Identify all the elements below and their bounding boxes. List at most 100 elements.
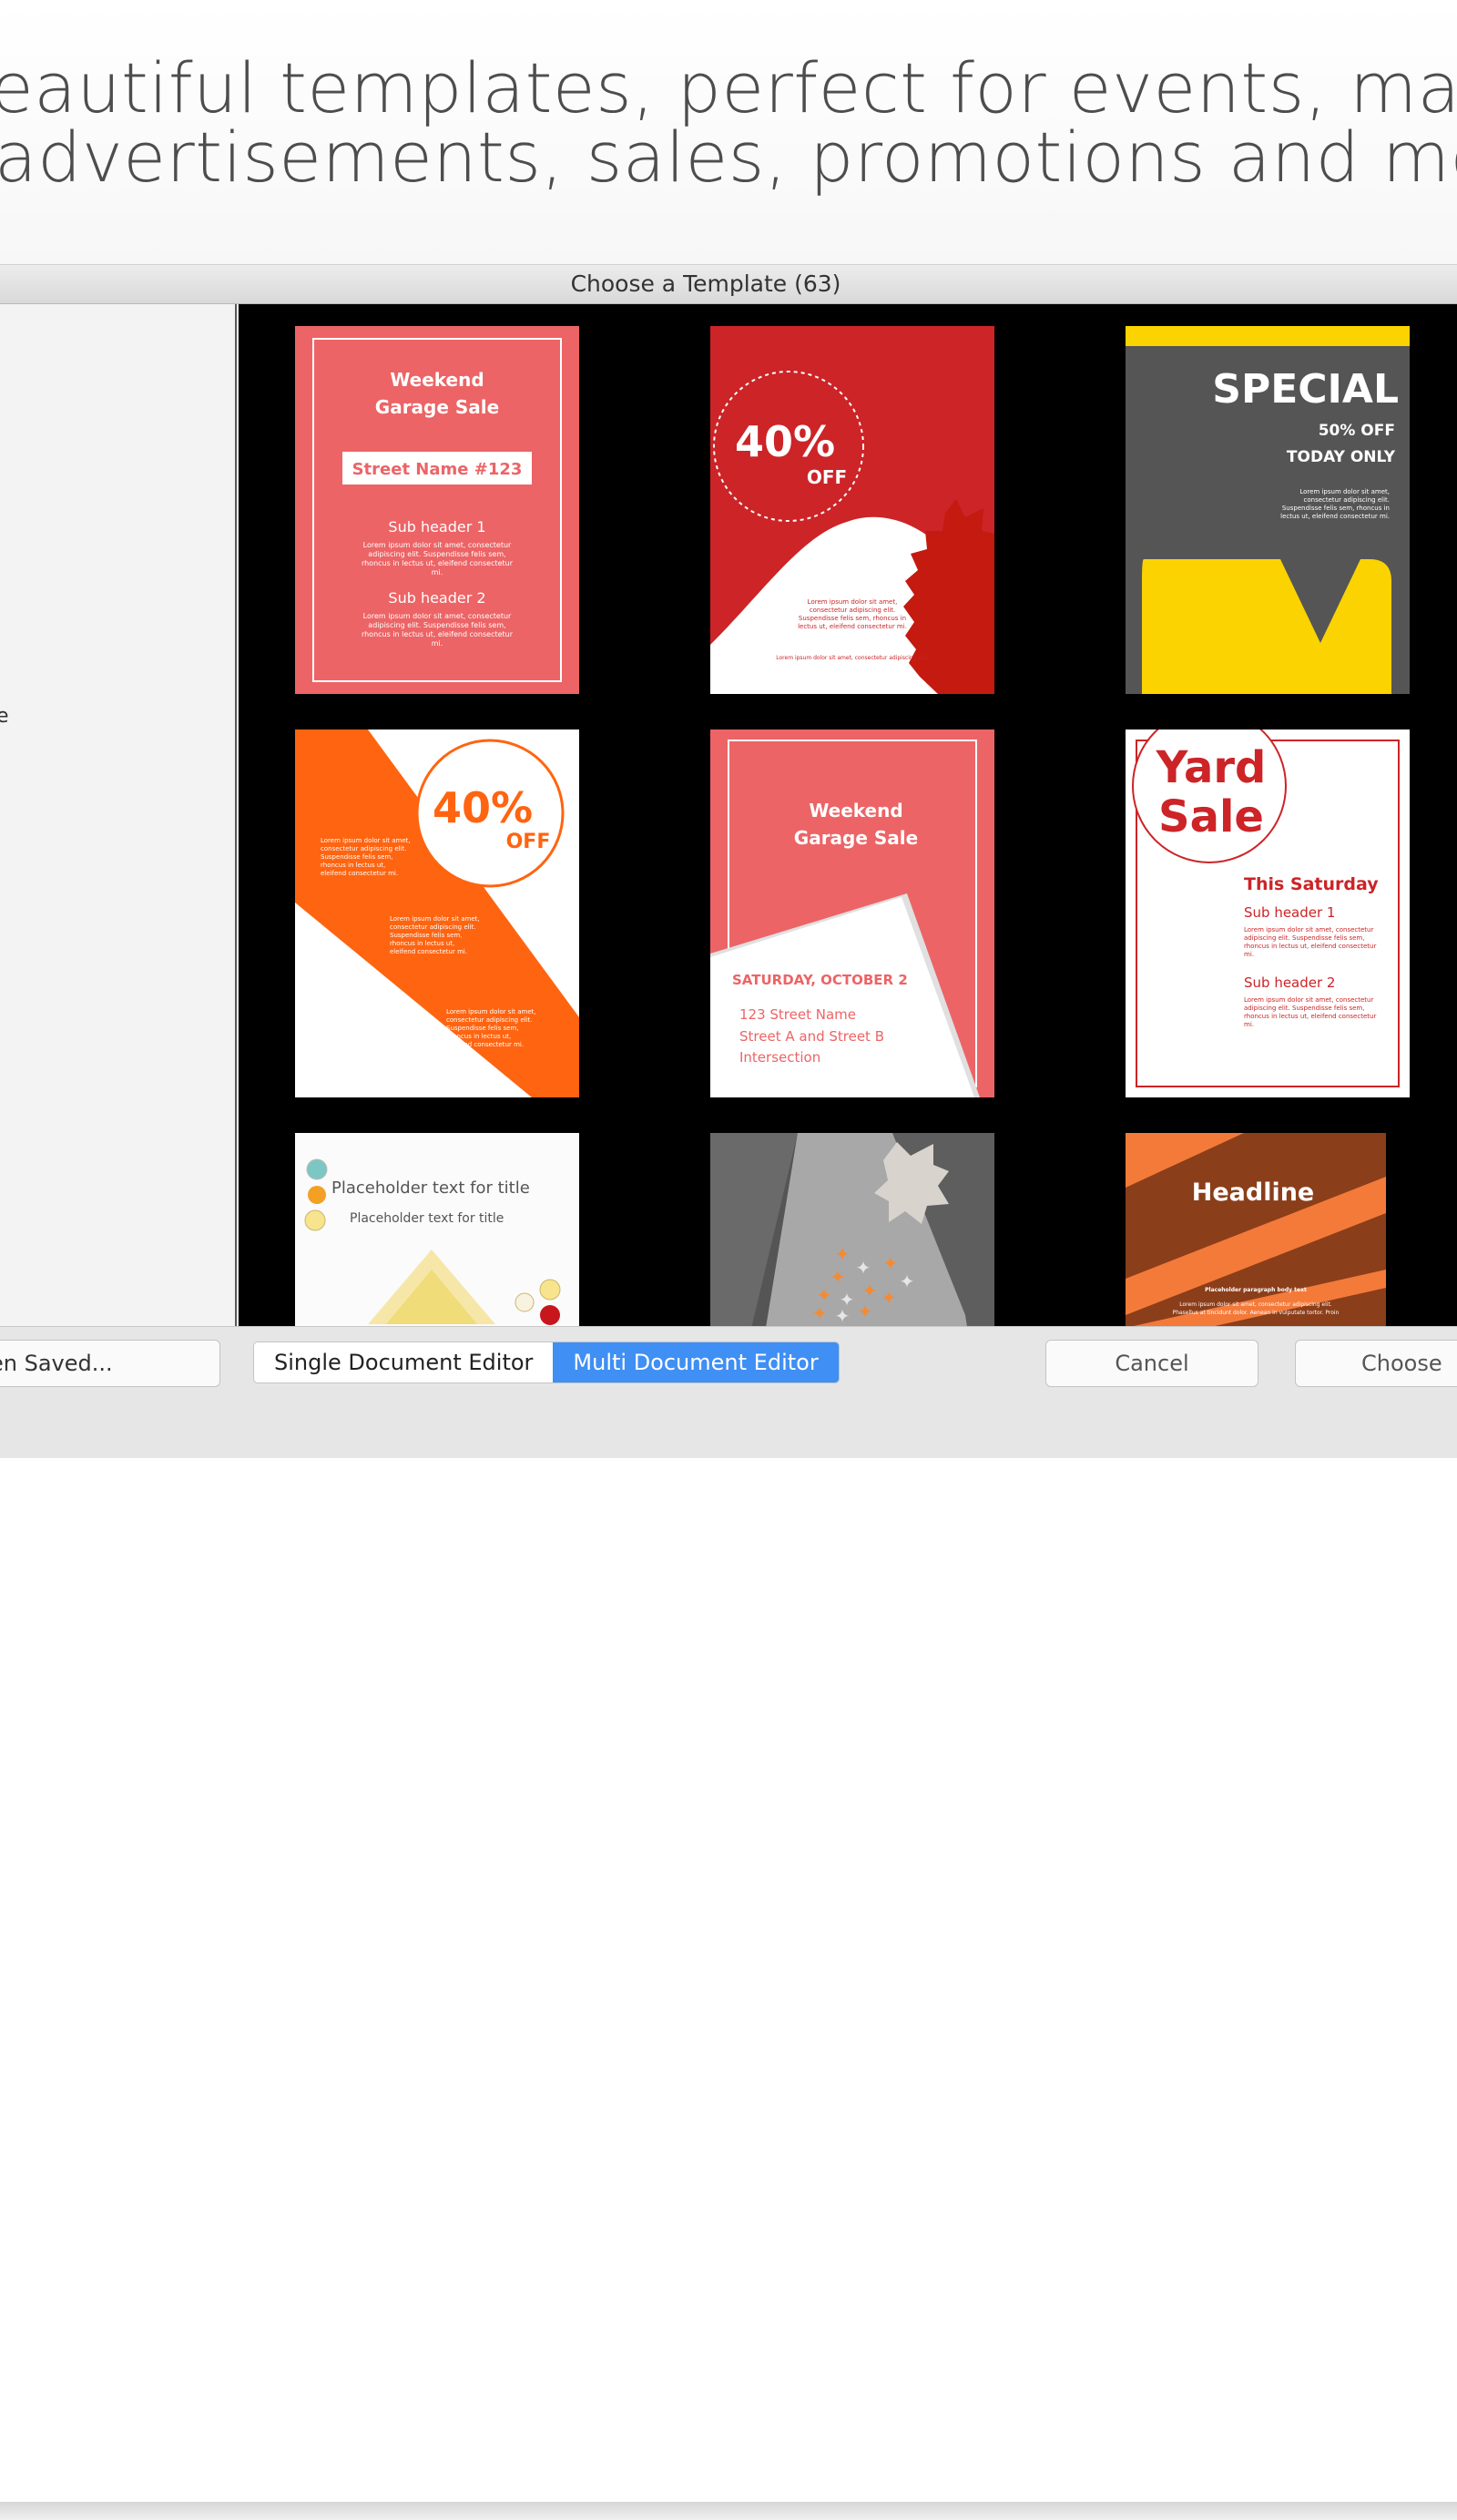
t8-star-1: ✦ xyxy=(835,1243,851,1265)
t2-footer: Lorem ipsum dolor sit amet, consectetur … xyxy=(776,655,929,661)
t8-star-3: ✦ xyxy=(830,1266,846,1288)
t2-body-2: consectetur adipiscing elit. xyxy=(810,607,895,614)
t3-body-1: Lorem ipsum dolor sit amet, xyxy=(1299,488,1390,495)
t1-body-1: Lorem ipsum dolor sit amet, consectetur xyxy=(363,541,512,549)
window-titlebar[interactable]: Choose a Template (63) xyxy=(0,264,1457,304)
t5-address-3: Intersection xyxy=(739,1049,820,1066)
t6-body-6: adipiscing elit. Suspendisse felis sem, xyxy=(1244,1005,1364,1012)
t9-body-title: Placeholder paragraph body text xyxy=(1205,1287,1307,1293)
t2-body-1: Lorem ipsum dolor sit amet, xyxy=(808,598,898,606)
t4-b-5: eleifend consectetur mi. xyxy=(390,948,467,955)
t4-a-3: Suspendisse felis sem, xyxy=(321,853,392,861)
t6-body-2: adipiscing elit. Suspendisse felis sem, xyxy=(1244,934,1364,942)
template-gallery[interactable]: Weekend Garage Sale Street Name #123 Sub… xyxy=(239,304,1457,1326)
t1-body-5: Lorem ipsum dolor sit amet, consectetur xyxy=(363,612,512,620)
t1-body-3: rhoncus in lectus ut, eleifend consectet… xyxy=(362,559,514,567)
t2-percent: 40% xyxy=(735,417,835,466)
t4-b-4: rhoncus in lectus ut, xyxy=(390,940,454,947)
t7-subtitle: Placeholder text for title xyxy=(350,1211,504,1226)
t3-special: SPECIAL xyxy=(1212,366,1399,413)
multi-document-editor-option[interactable]: Multi Document Editor xyxy=(553,1342,839,1382)
t6-yard: Yard xyxy=(1156,742,1267,793)
template-thumbnail: SPECIAL 50% OFF TODAY ONLY Lorem ipsum d… xyxy=(1126,326,1410,694)
t4-c-1: Lorem ipsum dolor sit amet, xyxy=(446,1008,536,1015)
template-thumbnail: Weekend Garage Sale SATURDAY, OCTOBER 2 … xyxy=(710,729,994,1097)
t6-body-8: mi. xyxy=(1244,1021,1254,1028)
t8-star-11: ✦ xyxy=(835,1305,851,1326)
t4-c-5: eleifend consectetur mi. xyxy=(446,1041,524,1048)
t1-body-6: adipiscing elit. Suspendisse felis sem, xyxy=(368,621,505,629)
t8-star-8: ✦ xyxy=(862,1280,878,1301)
t1-sub-1: Sub header 1 xyxy=(388,518,485,536)
t6-body-3: rhoncus in lectus ut, eleifend consectet… xyxy=(1244,943,1376,950)
t6-body-1: Lorem ipsum dolor sit amet, consectetur xyxy=(1244,926,1373,934)
dialog-footer: en Saved... Single Document Editor Multi… xyxy=(0,1326,1457,2520)
template-thumbnail: Placeholder text for title Placeholder t… xyxy=(295,1133,579,1326)
t4-b-3: Suspendisse felis sem, xyxy=(390,932,462,939)
window-bottom-edge xyxy=(0,2502,1457,2520)
t1-title-1: Weekend xyxy=(390,369,484,391)
t7-title: Placeholder text for title xyxy=(331,1178,530,1198)
choose-button[interactable]: Choose xyxy=(1295,1340,1457,1387)
template-thumbnail: 40% OFF Lorem ipsum dolor sit amet, cons… xyxy=(710,326,994,694)
template-thumbnail: Headline Placeholder paragraph body text… xyxy=(1126,1133,1386,1326)
t9-body-1: Lorem ipsum dolor sit amet, consectetur … xyxy=(1179,1301,1332,1308)
t2-off: OFF xyxy=(807,466,847,488)
t9-headline: Headline xyxy=(1192,1178,1315,1207)
t4-c-3: Suspendisse felis sem, xyxy=(446,1025,518,1032)
t8-star-12: ✦ xyxy=(858,1301,873,1322)
template-placeholder-circles[interactable]: Placeholder text for title Placeholder t… xyxy=(295,1133,579,1326)
t6-day: This Saturday xyxy=(1244,874,1379,894)
single-document-editor-option[interactable]: Single Document Editor xyxy=(254,1342,553,1382)
t4-a-5: eleifend consectetur mi. xyxy=(321,870,398,877)
t1-body-7: rhoncus in lectus ut, eleifend consectet… xyxy=(362,630,514,638)
t9-body-2: Phasellus at tincidunt dolor. Aenean in … xyxy=(1173,1310,1340,1316)
t3-body-2: consectetur adipiscing elit. xyxy=(1304,496,1390,504)
template-yard-sale[interactable]: Yard Sale This Saturday Sub header 1 Lor… xyxy=(1126,729,1410,1097)
category-sidebar[interactable]: e xyxy=(0,304,237,1326)
t3-body-4: lectus ut, eleifend consectetur mi. xyxy=(1280,513,1390,520)
template-headline-brown[interactable]: Headline Placeholder paragraph body text… xyxy=(1126,1133,1410,1326)
t4-a-2: consectetur adipiscing elit. xyxy=(321,845,406,852)
t4-c-4: rhoncus in lectus ut, xyxy=(446,1033,511,1040)
template-chooser-window: Choose a Template (63) e Weekend Garage … xyxy=(0,264,1457,2520)
template-thumbnail: ✦ ✦ ✦ ✦ ✦ ✦ ✦ ✦ ✦ ✦ ✦ ✦ xyxy=(710,1133,994,1326)
t1-body-4: mi. xyxy=(432,568,443,576)
t1-title-2: Garage Sale xyxy=(375,396,499,418)
t4-a-4: rhoncus in lectus ut, xyxy=(321,862,385,869)
t4-off: OFF xyxy=(506,831,551,853)
template-40-off-red[interactable]: 40% OFF Lorem ipsum dolor sit amet, cons… xyxy=(710,326,994,694)
promo-line-2: advertisements, sales, promotions and mo… xyxy=(0,117,1457,198)
t6-body-7: rhoncus in lectus ut, eleifend consectet… xyxy=(1244,1013,1376,1020)
template-40-off-orange[interactable]: 40% OFF Lorem ipsum dolor sit amet, cons… xyxy=(295,729,579,1097)
t6-sale: Sale xyxy=(1158,791,1264,842)
t4-percent: 40% xyxy=(433,783,533,832)
template-special[interactable]: SPECIAL 50% OFF TODAY ONLY Lorem ipsum d… xyxy=(1126,326,1410,694)
t8-star-5: ✦ xyxy=(900,1270,915,1292)
template-weekend-garage-sale[interactable]: Weekend Garage Sale Street Name #123 Sub… xyxy=(295,326,579,694)
template-weekend-garage-sale-paper[interactable]: Weekend Garage Sale SATURDAY, OCTOBER 2 … xyxy=(710,729,994,1097)
t5-title-2: Garage Sale xyxy=(794,827,918,849)
open-saved-button[interactable]: en Saved... xyxy=(0,1340,220,1387)
t6-sub-2: Sub header 2 xyxy=(1244,974,1335,991)
t5-date: SATURDAY, OCTOBER 2 xyxy=(732,972,908,988)
template-gray-geometric[interactable]: ✦ ✦ ✦ ✦ ✦ ✦ ✦ ✦ ✦ ✦ ✦ ✦ xyxy=(710,1133,994,1326)
editor-mode-segmented-control[interactable]: Single Document Editor Multi Document Ed… xyxy=(253,1342,840,1383)
t6-body-4: mi. xyxy=(1244,951,1254,958)
t1-sub-2: Sub header 2 xyxy=(388,589,485,607)
t8-star-4: ✦ xyxy=(883,1252,899,1274)
template-thumbnail: Weekend Garage Sale Street Name #123 Sub… xyxy=(295,326,579,694)
cancel-button[interactable]: Cancel xyxy=(1045,1340,1258,1387)
t5-title-1: Weekend xyxy=(809,800,902,821)
t5-address-2: Street A and Street B xyxy=(739,1028,884,1045)
t5-address-1: 123 Street Name xyxy=(739,1006,856,1023)
t4-a-1: Lorem ipsum dolor sit amet, xyxy=(321,837,411,844)
t1-body-8: mi. xyxy=(432,639,443,648)
sidebar-partial-text: e xyxy=(0,705,9,728)
promo-headline: eautiful templates, perfect for events, … xyxy=(0,0,1457,264)
t1-street: Street Name #123 xyxy=(352,460,523,479)
t4-b-2: consectetur adipiscing elit. xyxy=(390,923,475,931)
t2-body-3: Suspendisse felis sem, rhoncus in xyxy=(799,615,906,622)
t8-star-10: ✦ xyxy=(812,1302,828,1324)
t6-sub-1: Sub header 1 xyxy=(1244,904,1335,921)
